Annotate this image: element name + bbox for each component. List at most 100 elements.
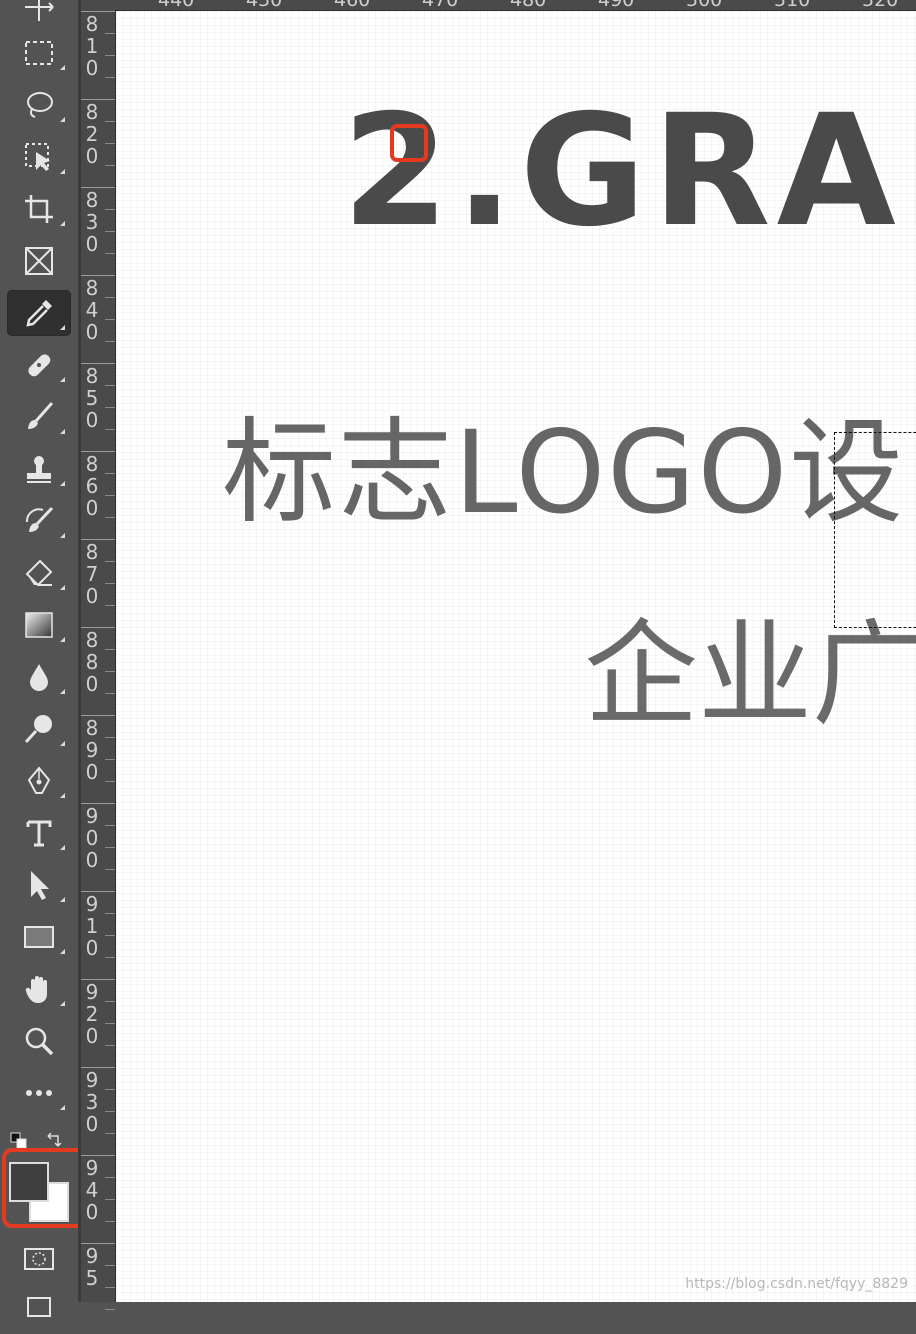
v-ruler-minor-tick — [105, 759, 115, 760]
v-ruler-minor-tick — [105, 121, 115, 122]
sample-point-highlight — [390, 124, 428, 162]
object-select-tool[interactable] — [7, 134, 71, 180]
move-tool[interactable] — [7, 0, 71, 30]
lasso-icon — [27, 92, 53, 118]
document-canvas[interactable]: 2.GRAP 标志LOGO设 企业广 https://blog.csdn.net… — [116, 11, 916, 1302]
dodge-icon — [24, 715, 52, 744]
v-ruler-minor-tick — [105, 231, 115, 232]
v-ruler-minor-tick — [105, 33, 115, 34]
v-ruler-label: 930 — [85, 1068, 99, 1136]
path-select-tool[interactable] — [7, 862, 71, 908]
crop-icon — [25, 195, 53, 223]
v-ruler-label: 920 — [85, 980, 99, 1048]
eyedropper-tool[interactable] — [7, 290, 71, 336]
eraser-icon — [25, 559, 53, 587]
v-ruler-minor-tick — [105, 583, 115, 584]
screen-mode-button[interactable] — [7, 1288, 71, 1334]
v-ruler-minor-tick — [105, 1309, 115, 1310]
crop-tool[interactable] — [7, 186, 71, 232]
v-ruler-minor-tick — [105, 429, 115, 430]
v-ruler-minor-tick — [105, 825, 115, 826]
tools-panel — [0, 0, 94, 1317]
marquee-tool[interactable] — [7, 30, 71, 76]
v-ruler-minor-tick — [105, 517, 115, 518]
v-ruler-minor-tick — [105, 869, 115, 870]
v-ruler-minor-tick — [105, 407, 115, 408]
v-ruler-minor-tick — [105, 473, 115, 474]
v-ruler-minor-tick — [105, 935, 115, 936]
healing-brush-tool[interactable] — [7, 342, 71, 388]
eyedropper-icon — [26, 300, 52, 327]
gradient-icon — [25, 612, 53, 638]
h-ruler-label: 470 — [422, 0, 459, 11]
v-ruler-minor-tick — [105, 781, 115, 782]
v-ruler-label: 95 — [85, 1244, 99, 1290]
h-ruler-label: 490 — [598, 0, 635, 11]
h-ruler-label: 520 — [862, 0, 899, 11]
watermark-text: https://blog.csdn.net/fqyy_8829 — [685, 1276, 908, 1292]
canvas-heading-text[interactable]: 2.GRAP — [342, 95, 916, 249]
v-ruler-minor-tick — [105, 1045, 115, 1046]
brush-tool[interactable] — [7, 394, 71, 440]
v-ruler-minor-tick — [105, 847, 115, 848]
canvas-subheading-text[interactable]: 标志LOGO设 — [222, 416, 905, 530]
hand-icon — [25, 976, 47, 1003]
stamp-tool[interactable] — [7, 446, 71, 492]
v-ruler-label: 820 — [85, 100, 99, 168]
v-ruler-label: 850 — [85, 364, 99, 432]
v-ruler-minor-tick — [105, 495, 115, 496]
ellipsis-icon — [26, 1090, 52, 1096]
lasso-tool[interactable] — [7, 82, 71, 128]
v-ruler-minor-tick — [105, 143, 115, 144]
v-ruler-minor-tick — [105, 1177, 115, 1178]
more-tools[interactable] — [7, 1070, 71, 1116]
horizontal-ruler: 440 450 460 470 480 490 500 510 520 — [81, 0, 916, 11]
dodge-tool[interactable] — [7, 706, 71, 752]
gradient-tool[interactable] — [7, 602, 71, 648]
rectangle-icon — [24, 926, 54, 948]
marquee-selection[interactable] — [834, 432, 916, 628]
eraser-tool[interactable] — [7, 550, 71, 596]
v-ruler-label: 900 — [85, 804, 99, 872]
v-ruler-label: 880 — [85, 628, 99, 696]
v-ruler-label: 840 — [85, 276, 99, 344]
move-icon — [25, 0, 54, 21]
history-brush-icon — [26, 506, 54, 532]
canvas-third-line-text[interactable]: 企业广 — [584, 618, 916, 732]
brush-icon — [28, 402, 54, 429]
type-tool[interactable] — [7, 810, 71, 856]
v-ruler-minor-tick — [105, 1265, 115, 1266]
v-ruler-minor-tick — [105, 693, 115, 694]
drop-icon — [30, 664, 48, 691]
v-ruler-minor-tick — [105, 1111, 115, 1112]
v-ruler-minor-tick — [105, 1287, 115, 1288]
v-ruler-minor-tick — [105, 297, 115, 298]
v-ruler-minor-tick — [105, 737, 115, 738]
v-ruler-minor-tick — [105, 1001, 115, 1002]
v-ruler-label: 890 — [85, 716, 99, 784]
rectangle-tool[interactable] — [7, 914, 71, 960]
h-ruler-label: 440 — [158, 0, 195, 11]
screen-mode-icon — [27, 1297, 51, 1317]
v-ruler-minor-tick — [105, 319, 115, 320]
v-ruler-label: 830 — [85, 188, 99, 256]
v-ruler-minor-tick — [105, 913, 115, 914]
frame-tool[interactable] — [7, 238, 71, 284]
stamp-icon — [27, 456, 51, 483]
v-ruler-minor-tick — [105, 55, 115, 56]
v-ruler-minor-tick — [105, 209, 115, 210]
blur-tool[interactable] — [7, 654, 71, 700]
type-icon — [26, 820, 52, 847]
quick-mask-button[interactable] — [7, 1236, 71, 1282]
v-ruler-minor-tick — [105, 605, 115, 606]
hand-tool[interactable] — [7, 966, 71, 1012]
v-ruler-minor-tick — [105, 341, 115, 342]
v-ruler-label: 860 — [85, 452, 99, 520]
v-ruler-minor-tick — [105, 253, 115, 254]
pen-tool[interactable] — [7, 758, 71, 804]
swap-colors-icon[interactable] — [44, 1130, 64, 1150]
v-ruler-minor-tick — [105, 671, 115, 672]
bandage-icon — [28, 354, 51, 377]
history-brush-tool[interactable] — [7, 498, 71, 544]
zoom-tool[interactable] — [7, 1018, 71, 1064]
